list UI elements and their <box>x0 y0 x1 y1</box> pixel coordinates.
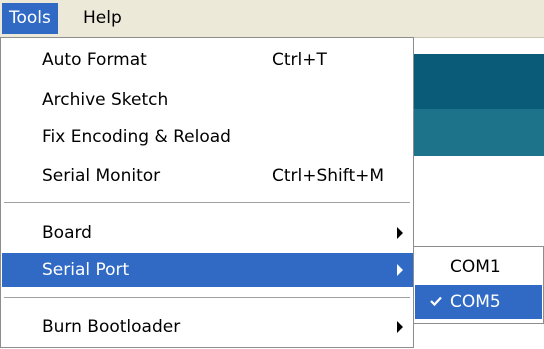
menu-item-label: Serial Port <box>42 260 130 280</box>
menu-bar: Tools Help <box>0 0 544 38</box>
menu-item-label: Archive Sketch <box>42 90 169 110</box>
submenu-item-label: COM1 <box>450 257 501 277</box>
menu-item-auto-format[interactable]: Auto Format Ctrl+T <box>2 43 413 77</box>
submenu-arrow-icon <box>397 227 403 239</box>
menu-item-shortcut: Ctrl+Shift+M <box>272 166 385 186</box>
menu-tools[interactable]: Tools <box>2 3 58 34</box>
menu-separator <box>4 297 410 299</box>
menu-item-fix-encoding-reload[interactable]: Fix Encoding & Reload <box>2 120 413 154</box>
submenu-arrow-icon <box>397 264 403 276</box>
tools-dropdown-menu: Auto Format Ctrl+T Archive Sketch Fix En… <box>0 37 414 348</box>
menu-item-serial-port[interactable]: Serial Port <box>2 253 413 287</box>
checkmark-icon <box>430 296 442 307</box>
menu-item-serial-monitor[interactable]: Serial Monitor Ctrl+Shift+M <box>2 159 413 193</box>
submenu-arrow-icon <box>397 321 403 333</box>
menu-item-shortcut: Ctrl+T <box>272 50 327 70</box>
menu-item-label: Burn Bootloader <box>42 317 181 337</box>
menu-item-label: Auto Format <box>42 50 147 70</box>
menu-help[interactable]: Help <box>76 3 129 34</box>
menu-item-burn-bootloader[interactable]: Burn Bootloader <box>2 310 413 344</box>
submenu-item-label: COM5 <box>450 292 501 312</box>
submenu-item-com5[interactable]: COM5 <box>415 285 542 319</box>
menu-item-archive-sketch[interactable]: Archive Sketch <box>2 83 413 117</box>
serial-port-submenu: COM1 COM5 <box>413 246 544 324</box>
menu-item-label: Fix Encoding & Reload <box>42 127 231 147</box>
menu-separator <box>4 202 410 204</box>
editor-tab-band <box>414 109 544 156</box>
submenu-item-com1[interactable]: COM1 <box>415 250 542 284</box>
editor-toolbar-band <box>414 54 544 109</box>
menu-item-board[interactable]: Board <box>2 216 413 250</box>
menu-item-label: Board <box>42 223 92 243</box>
menu-item-label: Serial Monitor <box>42 166 161 186</box>
